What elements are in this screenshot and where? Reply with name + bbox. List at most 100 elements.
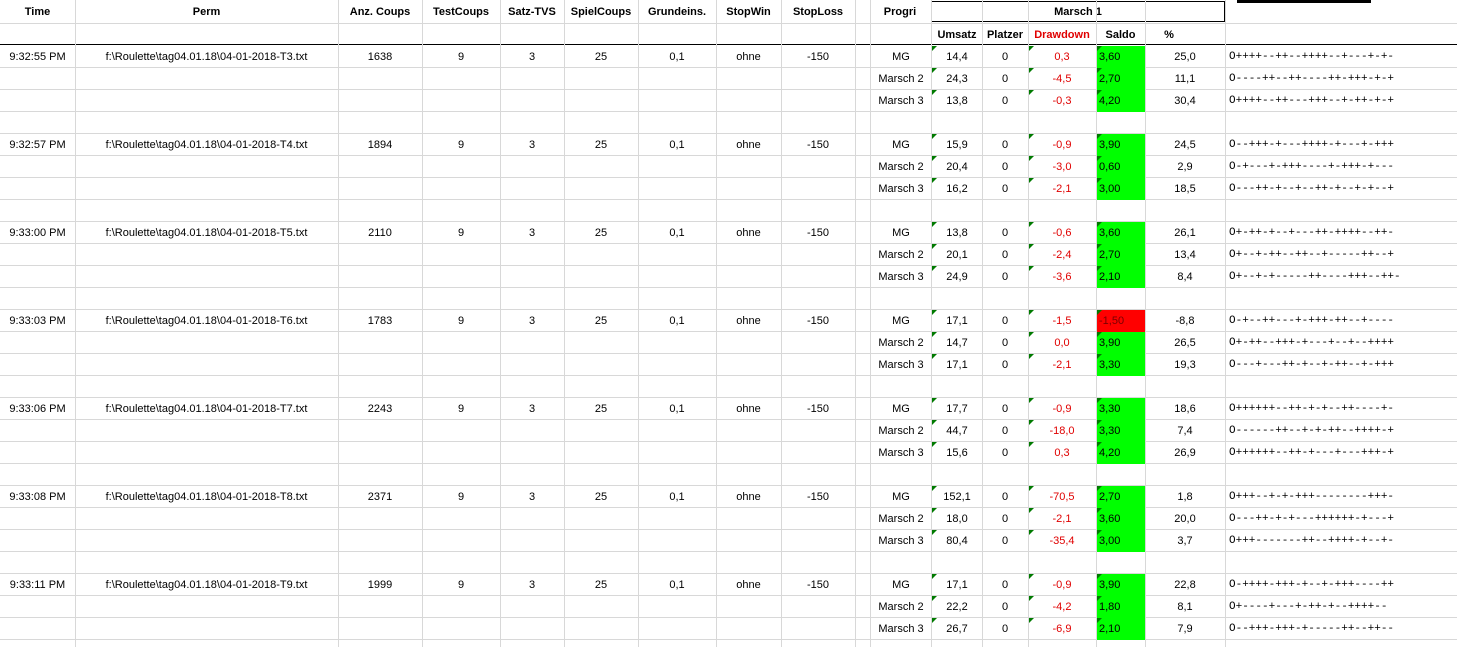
row-anz-coups[interactable]: 2243 xyxy=(338,399,422,420)
row-percent[interactable]: 1,8 xyxy=(1145,487,1225,508)
row-spiel-coups[interactable]: 25 xyxy=(564,47,638,68)
col-header-spiel-coups[interactable]: SpielCoups xyxy=(564,2,638,23)
row-umsatz[interactable]: 22,2 xyxy=(932,597,982,618)
row-drawdown[interactable]: -18,0 xyxy=(1028,421,1096,442)
row-stop-win[interactable]: ohne xyxy=(716,311,781,332)
row-umsatz[interactable]: 17,7 xyxy=(932,399,982,420)
row-grundeins[interactable]: 0,1 xyxy=(638,399,716,420)
row-grundeins[interactable]: 0,1 xyxy=(638,487,716,508)
row-sequence[interactable]: O++++++--++-+-+--++----+- xyxy=(1229,399,1457,420)
row-perm-path[interactable]: f:\Roulette\tag04.01.18\04-01-2018-T8.tx… xyxy=(75,487,338,508)
row-perm-path[interactable]: f:\Roulette\tag04.01.18\04-01-2018-T9.tx… xyxy=(75,575,338,596)
row-stop-loss[interactable]: -150 xyxy=(781,575,855,596)
col-header-drawdown[interactable]: Drawdown xyxy=(1028,25,1096,46)
row-platzer[interactable]: 0 xyxy=(982,157,1028,178)
row-progri[interactable]: Marsch 2 xyxy=(870,69,932,90)
row-test-coups[interactable]: 9 xyxy=(422,47,500,68)
row-drawdown[interactable]: -2,1 xyxy=(1028,355,1096,376)
row-time[interactable]: 9:33:11 PM xyxy=(0,575,75,596)
row-progri[interactable]: Marsch 3 xyxy=(870,619,932,640)
row-percent[interactable]: 26,1 xyxy=(1145,223,1225,244)
row-platzer[interactable]: 0 xyxy=(982,443,1028,464)
row-sequence[interactable]: O--+++-+---++++-+---+-+++ xyxy=(1229,135,1457,156)
row-drawdown[interactable]: -3,0 xyxy=(1028,157,1096,178)
row-sequence[interactable]: O-+--++---+-+++-++--+---- xyxy=(1229,311,1457,332)
row-umsatz[interactable]: 17,1 xyxy=(932,355,982,376)
row-stop-win[interactable]: ohne xyxy=(716,575,781,596)
row-umsatz[interactable]: 15,9 xyxy=(932,135,982,156)
row-progri[interactable]: Marsch 2 xyxy=(870,333,932,354)
row-progri[interactable]: MG xyxy=(870,223,932,244)
row-platzer[interactable]: 0 xyxy=(982,311,1028,332)
row-sequence[interactable]: O-++++-+++-+--+-+++----++ xyxy=(1229,575,1457,596)
row-stop-loss[interactable]: -150 xyxy=(781,311,855,332)
row-percent[interactable]: 19,3 xyxy=(1145,355,1225,376)
row-progri[interactable]: Marsch 3 xyxy=(870,531,932,552)
col-header-perm[interactable]: Perm xyxy=(75,2,338,23)
row-sequence[interactable]: O---++-+--+--++-+--+-+--+ xyxy=(1229,179,1457,200)
row-platzer[interactable]: 0 xyxy=(982,69,1028,90)
row-sequence[interactable]: O+-++-+--+---++-++++--++- xyxy=(1229,223,1457,244)
col-header-time[interactable]: Time xyxy=(0,2,75,23)
row-saldo[interactable]: 2,70 xyxy=(1097,244,1145,266)
row-progri[interactable]: MG xyxy=(870,135,932,156)
row-progri[interactable]: MG xyxy=(870,575,932,596)
row-drawdown[interactable]: -2,4 xyxy=(1028,245,1096,266)
row-platzer[interactable]: 0 xyxy=(982,179,1028,200)
row-progri[interactable]: Marsch 2 xyxy=(870,421,932,442)
row-perm-path[interactable]: f:\Roulette\tag04.01.18\04-01-2018-T4.tx… xyxy=(75,135,338,156)
col-header-test-coups[interactable]: TestCoups xyxy=(422,2,500,23)
row-time[interactable]: 9:33:00 PM xyxy=(0,223,75,244)
row-saldo[interactable]: 2,10 xyxy=(1097,266,1145,288)
row-percent[interactable]: 8,4 xyxy=(1145,267,1225,288)
row-progri[interactable]: Marsch 3 xyxy=(870,179,932,200)
row-sequence[interactable]: O+++--+-+-+++--------+++- xyxy=(1229,487,1457,508)
row-saldo[interactable]: 3,00 xyxy=(1097,178,1145,200)
row-satz-tvs[interactable]: 3 xyxy=(500,135,564,156)
row-progri[interactable]: MG xyxy=(870,399,932,420)
row-stop-loss[interactable]: -150 xyxy=(781,47,855,68)
col-header-satz-tvs[interactable]: Satz-TVS xyxy=(500,2,564,23)
row-progri[interactable]: Marsch 3 xyxy=(870,355,932,376)
col-header-grundeins[interactable]: Grundeins. xyxy=(638,2,716,23)
row-umsatz[interactable]: 44,7 xyxy=(932,421,982,442)
row-umsatz[interactable]: 13,8 xyxy=(932,91,982,112)
row-sequence[interactable]: O+--+-+-----++----+++--++- xyxy=(1229,267,1457,288)
row-grundeins[interactable]: 0,1 xyxy=(638,47,716,68)
row-umsatz[interactable]: 26,7 xyxy=(932,619,982,640)
row-umsatz[interactable]: 16,2 xyxy=(932,179,982,200)
row-satz-tvs[interactable]: 3 xyxy=(500,47,564,68)
row-test-coups[interactable]: 9 xyxy=(422,487,500,508)
row-umsatz[interactable]: 17,1 xyxy=(932,311,982,332)
row-drawdown[interactable]: -2,1 xyxy=(1028,179,1096,200)
row-progri[interactable]: MG xyxy=(870,487,932,508)
row-sequence[interactable]: O+-++--+++-+---+--+--++++ xyxy=(1229,333,1457,354)
row-platzer[interactable]: 0 xyxy=(982,575,1028,596)
row-satz-tvs[interactable]: 3 xyxy=(500,575,564,596)
row-grundeins[interactable]: 0,1 xyxy=(638,223,716,244)
row-saldo[interactable]: 3,00 xyxy=(1097,530,1145,552)
row-percent[interactable]: 7,4 xyxy=(1145,421,1225,442)
row-satz-tvs[interactable]: 3 xyxy=(500,311,564,332)
row-percent[interactable]: 13,4 xyxy=(1145,245,1225,266)
row-anz-coups[interactable]: 1638 xyxy=(338,47,422,68)
row-progri[interactable]: Marsch 3 xyxy=(870,267,932,288)
row-sequence[interactable]: O----++--++----++-+++-+-+ xyxy=(1229,69,1457,90)
row-platzer[interactable]: 0 xyxy=(982,47,1028,68)
row-platzer[interactable]: 0 xyxy=(982,245,1028,266)
row-time[interactable]: 9:32:55 PM xyxy=(0,47,75,68)
row-sequence[interactable]: O++++--++---+++--+-++-+-+ xyxy=(1229,91,1457,112)
row-saldo[interactable]: 3,90 xyxy=(1097,134,1145,156)
col-header-stop-win[interactable]: StopWin xyxy=(716,2,781,23)
row-drawdown[interactable]: -0,3 xyxy=(1028,91,1096,112)
marsch-group-header[interactable]: Marsch 1 xyxy=(931,1,1225,22)
row-saldo[interactable]: -1,50 xyxy=(1097,310,1145,332)
row-stop-loss[interactable]: -150 xyxy=(781,135,855,156)
row-percent[interactable]: 8,1 xyxy=(1145,597,1225,618)
row-percent[interactable]: 25,0 xyxy=(1145,47,1225,68)
row-drawdown[interactable]: 0,0 xyxy=(1028,333,1096,354)
row-sequence[interactable]: O------++--+-+-++--++++-+ xyxy=(1229,421,1457,442)
col-header-saldo[interactable]: Saldo xyxy=(1096,25,1145,46)
row-perm-path[interactable]: f:\Roulette\tag04.01.18\04-01-2018-T6.tx… xyxy=(75,311,338,332)
row-platzer[interactable]: 0 xyxy=(982,531,1028,552)
